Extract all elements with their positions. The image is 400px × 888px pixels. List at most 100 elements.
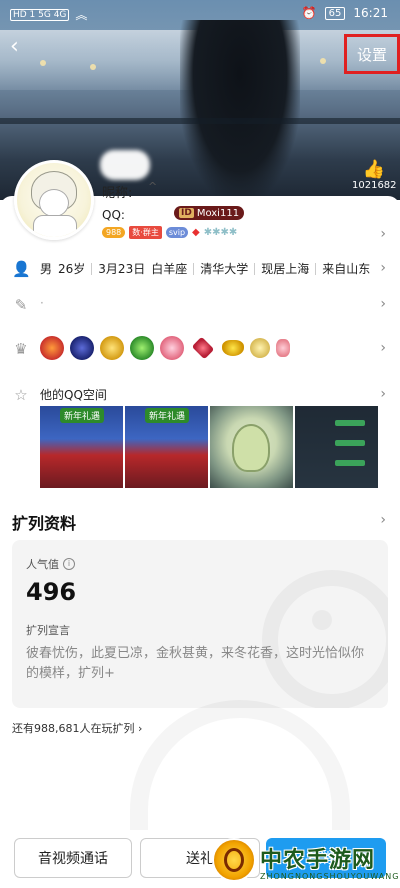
- back-button[interactable]: ‹: [10, 36, 34, 60]
- like-count: 1021682: [352, 180, 397, 191]
- pink-medal-icon: [276, 339, 290, 357]
- separator: [91, 262, 93, 275]
- basic-info-row[interactable]: 👤 男 26岁 3月23日 白羊座 清华大学 现居上海 来自山东 ›: [0, 254, 400, 284]
- clock: 16:21: [353, 6, 388, 20]
- popularity-label-row: 人气值 i: [26, 556, 75, 572]
- chevron-right-icon: ›: [380, 296, 386, 312]
- ruby-medal-icon: [191, 336, 215, 360]
- school: 清华大学: [200, 262, 249, 276]
- card-decoration: [262, 570, 388, 708]
- pig-medal-icon: [160, 336, 184, 360]
- star-outline-icon: ☆: [14, 386, 28, 404]
- separator: [193, 262, 195, 275]
- yellow-medal-icon: [222, 340, 244, 356]
- chevron-right-icon[interactable]: ›: [380, 512, 386, 528]
- chevron-up-icon[interactable]: ^: [148, 180, 157, 193]
- signature-text: ·: [40, 296, 44, 310]
- separator: [315, 262, 317, 275]
- watermark-text: 中农手游网: [260, 848, 376, 873]
- chevron-right-icon[interactable]: ›: [380, 226, 386, 242]
- qzone-photo[interactable]: 新年礼遇: [125, 406, 208, 488]
- game-bar: [335, 420, 365, 426]
- gender: 男: [40, 262, 53, 276]
- avatar[interactable]: [14, 160, 94, 240]
- qq-id-value: Moxi111: [196, 207, 240, 219]
- green-diamond-medal-icon: [130, 336, 154, 360]
- declaration-text: 彼春忧伤，此夏已凉，金秋甚黄，来冬花香，这时光恰似你的模样，扩列+: [26, 646, 365, 681]
- network-indicator: HD 1 5G 4G: [10, 8, 70, 21]
- cover-light: [320, 58, 326, 64]
- declaration-label: 扩列宣言: [26, 624, 70, 637]
- chevron-right-icon: ›: [380, 386, 386, 402]
- battery-indicator: 65: [324, 6, 346, 20]
- back-arrow-icon: ‹: [10, 34, 19, 59]
- level-badge: 988: [102, 227, 126, 238]
- id-tag: ID: [179, 208, 194, 218]
- like-button[interactable]: 👍 1021682: [352, 159, 397, 192]
- star-icon: ✱✱✱✱: [203, 227, 238, 238]
- watermark-logo-icon: [212, 838, 256, 882]
- medal-wall[interactable]: [40, 336, 290, 360]
- expand-info-card: 人气值 i 496 扩列宣言 彼春忧伤，此夏已凉，金秋甚黄，来冬花香，这时光恰似…: [12, 540, 388, 708]
- person-icon: 👤: [12, 260, 31, 278]
- av-call-button[interactable]: 音视频通话: [14, 838, 132, 878]
- cover-light: [40, 60, 46, 66]
- smile-medal-icon: [250, 338, 270, 358]
- info-icon[interactable]: i: [63, 558, 75, 570]
- gem-icon: ◆: [192, 227, 200, 238]
- chevron-right-icon: ›: [380, 340, 386, 356]
- qq-number-label: QQ:: [102, 208, 125, 222]
- king-medal-icon: [70, 336, 94, 360]
- wifi-icon: ︽: [75, 8, 88, 22]
- svip-badge: svip: [165, 227, 189, 238]
- av-call-label: 音视频通话: [38, 851, 108, 867]
- cover-person-silhouette: [180, 20, 300, 200]
- avatar-face: [39, 189, 69, 217]
- site-watermark: 中农手游网 ZHONGNONGSHOUYOUWANG: [208, 836, 400, 888]
- nickname-label: 昵称:: [102, 186, 133, 201]
- crown-icon: ♛: [14, 340, 28, 358]
- game-bar: [335, 460, 365, 466]
- expand-section-title: 扩列资料: [12, 514, 77, 533]
- residence: 现居上海: [261, 262, 310, 276]
- gold-medal-icon: [100, 336, 124, 360]
- players-count-link[interactable]: 还有988,681人在玩扩列 ›: [12, 720, 142, 736]
- hometown: 来自山东: [322, 262, 371, 276]
- watermark-subtext: ZHONGNONGSHOUYOUWANG: [260, 872, 400, 881]
- qzone-photo[interactable]: [210, 406, 293, 488]
- cover-light: [90, 64, 96, 70]
- ghost-figure: [232, 424, 270, 472]
- popularity-label: 人气值: [26, 558, 59, 571]
- chevron-right-icon: ›: [138, 722, 143, 735]
- nickname-redacted: [100, 150, 150, 180]
- zodiac: 白羊座: [151, 262, 188, 276]
- group-owner-badge: 数·群主: [129, 226, 162, 239]
- card-decoration: [312, 610, 332, 630]
- players-count-text: 还有988,681人在玩扩列: [12, 722, 135, 735]
- separator: [254, 262, 256, 275]
- avatar-body: [33, 215, 77, 237]
- photo-tag: 新年礼遇: [60, 408, 105, 423]
- photo-tag: 新年礼遇: [145, 408, 190, 423]
- birthday: 3月23日: [98, 262, 146, 276]
- qzone-title: 他的QQ空间: [40, 388, 107, 402]
- qq-id-badge[interactable]: ID Moxi111: [174, 206, 245, 220]
- cover-railing: [0, 118, 400, 124]
- signature-row[interactable]: ✎ · ›: [0, 290, 400, 320]
- chevron-right-icon: ›: [380, 260, 386, 276]
- status-bar: HD 1 5G 4G ︽ ⏰ 65 16:21: [0, 0, 400, 28]
- settings-button[interactable]: 设置: [344, 34, 400, 74]
- qzone-photo[interactable]: [295, 406, 378, 488]
- age: 26岁: [58, 262, 86, 276]
- settings-label: 设置: [356, 45, 387, 64]
- popularity-value: 496: [26, 578, 77, 606]
- basic-info-text: 男 26岁 3月23日 白羊座 清华大学 现居上海 来自山东: [40, 260, 370, 277]
- qzone-photos[interactable]: 新年礼遇 新年礼遇: [40, 406, 378, 488]
- thumbs-up-icon: 👍: [362, 159, 386, 180]
- game-bar: [335, 440, 365, 446]
- alarm-icon: ⏰: [301, 6, 317, 20]
- tiger-medal-icon: [40, 336, 64, 360]
- qzone-photo[interactable]: 新年礼遇: [40, 406, 123, 488]
- badges-row[interactable]: 988 数·群主 svip ◆ ✱✱✱✱: [102, 226, 237, 239]
- pencil-icon: ✎: [14, 296, 28, 314]
